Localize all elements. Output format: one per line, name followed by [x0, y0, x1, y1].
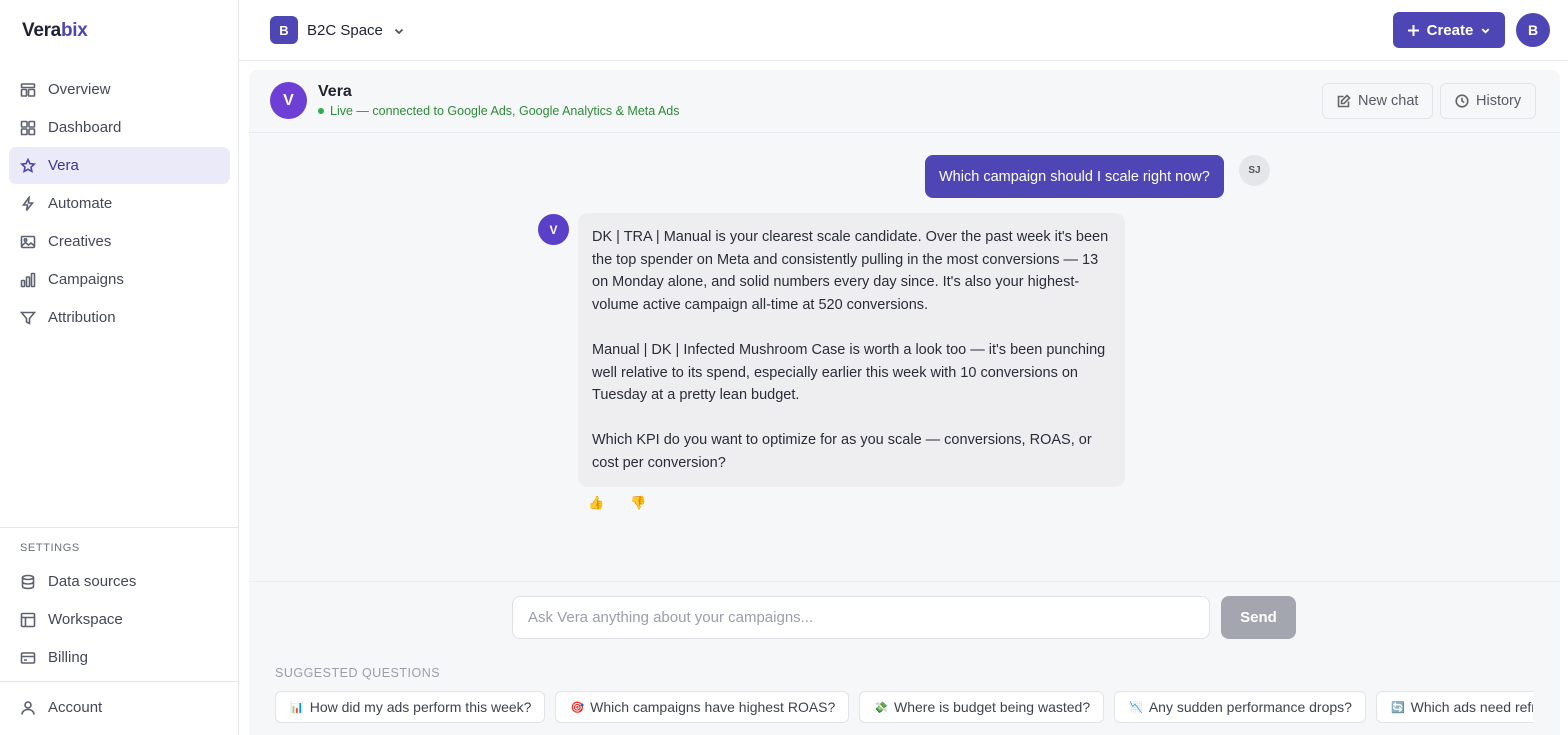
target-emoji-icon: 🎯 — [570, 701, 585, 714]
sidebar-item-account[interactable]: Account — [9, 689, 230, 726]
lightning-icon — [20, 195, 36, 212]
sidebar-item-billing[interactable]: Billing — [9, 639, 230, 676]
space-switcher[interactable]: B B2C Space — [270, 16, 405, 44]
chat-panel: V Vera Live — connected to Google Ads, G… — [249, 70, 1560, 735]
sidebar-divider — [0, 681, 239, 682]
sidebar-item-label: Overview — [48, 81, 111, 98]
suggested-questions: 📊 How did my ads perform this week? 🎯 Wh… — [275, 691, 1533, 724]
assistant-message: DK | TRA | Manual is your clearest scale… — [578, 213, 1125, 487]
thumbs-down-icon[interactable]: 👎 — [630, 495, 646, 511]
sidebar-item-label: Vera — [48, 157, 79, 174]
chat-header: V Vera Live — connected to Google Ads, G… — [249, 70, 1560, 133]
sidebar: Verabix Overview Dashboard Vera Automate… — [0, 0, 239, 735]
account-nav: Account — [9, 689, 230, 727]
user-icon — [20, 700, 36, 716]
sidebar-item-label: Billing — [48, 649, 89, 666]
refresh-emoji-icon: 🔄 — [1390, 701, 1405, 714]
status-dot — [318, 108, 324, 114]
suggestion-chip[interactable]: 💸 Where is budget being wasted? — [859, 691, 1105, 723]
sidebar-item-attribution[interactable]: Attribution — [9, 299, 230, 336]
connection-status: Live — connected to Google Ads, Google A… — [318, 104, 680, 118]
settings-nav: Data sources Workspace Billing — [9, 563, 230, 677]
assistant-message-paragraph: Which KPI do you want to optimize for as… — [592, 432, 1092, 471]
sidebar-item-label: Account — [48, 699, 103, 716]
suggestion-chip[interactable]: 🔄 Which ads need refreshing? — [1375, 691, 1533, 723]
assistant-name: Vera — [318, 83, 352, 100]
space-name: B2C Space — [307, 21, 383, 39]
user-message-avatar: SJ — [1239, 155, 1270, 186]
sidebar-item-label: Dashboard — [48, 119, 122, 136]
suggestion-chip[interactable]: 🎯 Which campaigns have highest ROAS? — [555, 691, 850, 723]
suggested-questions-label: SUGGESTED QUESTIONS — [275, 666, 441, 680]
assistant-message-avatar: V — [538, 214, 569, 245]
funnel-icon — [20, 310, 36, 326]
history-label: History — [1476, 93, 1522, 109]
dashboard-icon — [20, 120, 36, 136]
star-icon — [20, 157, 36, 174]
assistant-avatar: V — [270, 82, 307, 119]
suggestion-chip[interactable]: 📉 Any sudden performance drops? — [1114, 691, 1366, 723]
chevron-down-icon — [393, 24, 405, 36]
user-avatar[interactable]: B — [1516, 13, 1550, 47]
create-button-label: Create — [1426, 21, 1474, 39]
chevron-down-icon — [1481, 27, 1490, 34]
sidebar-item-dashboard[interactable]: Dashboard — [9, 109, 230, 146]
suggestion-text: Which campaigns have highest ROAS? — [590, 699, 836, 715]
sidebar-item-label: Attribution — [48, 309, 116, 326]
database-icon — [20, 574, 36, 590]
sidebar-item-campaigns[interactable]: Campaigns — [9, 261, 230, 298]
message-list: Which campaign should I scale right now?… — [249, 133, 1560, 581]
sidebar-item-label: Campaigns — [48, 271, 124, 288]
sidebar-item-data-sources[interactable]: Data sources — [9, 563, 230, 600]
top-bar: B B2C Space Create B — [239, 0, 1568, 61]
sidebar-item-label: Data sources — [48, 573, 137, 590]
sidebar-item-vera[interactable]: Vera — [9, 147, 230, 184]
suggestion-text: Any sudden performance drops? — [1148, 699, 1352, 715]
workspace-icon — [20, 612, 36, 628]
chat-input[interactable] — [512, 596, 1210, 639]
assistant-message-paragraph: DK | TRA | Manual is your clearest scale… — [592, 229, 1109, 313]
sidebar-item-automate[interactable]: Automate — [9, 185, 230, 222]
settings-section-label: SETTINGS — [20, 542, 80, 554]
sidebar-item-label: Automate — [48, 195, 113, 212]
history-button[interactable]: History — [1440, 83, 1537, 119]
plus-icon — [1407, 24, 1419, 36]
status-text: Live — connected to Google Ads, Google A… — [330, 104, 680, 118]
credit-card-icon — [20, 650, 36, 666]
image-icon — [20, 234, 36, 250]
sidebar-item-label: Creatives — [48, 233, 112, 250]
suggestion-chip[interactable]: 📊 How did my ads perform this week? — [275, 691, 546, 723]
suggestion-text: Where is budget being wasted? — [894, 699, 1091, 715]
sidebar-item-overview[interactable]: Overview — [9, 71, 230, 108]
clock-icon — [1455, 94, 1469, 108]
suggestion-text: Which ads need refreshing? — [1410, 699, 1533, 715]
new-chat-button[interactable]: New chat — [1322, 83, 1434, 119]
app-logo[interactable]: Verabix — [22, 20, 88, 42]
sidebar-item-workspace[interactable]: Workspace — [9, 601, 230, 638]
new-chat-label: New chat — [1358, 93, 1419, 109]
chart-down-emoji-icon: 📉 — [1129, 701, 1143, 714]
suggestion-text: How did my ads perform this week? — [309, 699, 532, 715]
bar-chart-emoji-icon: 📊 — [290, 701, 304, 714]
edit-icon — [1337, 94, 1351, 108]
user-message: Which campaign should I scale right now? — [925, 155, 1224, 198]
assistant-message-paragraph: Manual | DK | Infected Mushroom Case is … — [592, 341, 1106, 404]
message-feedback: 👍 👎 — [588, 495, 646, 511]
thumbs-up-icon[interactable]: 👍 — [588, 495, 604, 511]
main-nav: Overview Dashboard Vera Automate Creativ… — [9, 71, 230, 337]
sidebar-item-creatives[interactable]: Creatives — [9, 223, 230, 260]
space-badge: B — [270, 16, 298, 44]
create-button[interactable]: Create — [1393, 12, 1505, 48]
chat-input-area: Send — [249, 581, 1560, 660]
bar-chart-icon — [20, 272, 36, 288]
send-button[interactable]: Send — [1221, 596, 1296, 639]
sidebar-item-label: Workspace — [48, 611, 123, 628]
overview-icon — [20, 82, 36, 98]
money-emoji-icon: 💸 — [874, 701, 888, 714]
sidebar-divider — [0, 527, 239, 528]
